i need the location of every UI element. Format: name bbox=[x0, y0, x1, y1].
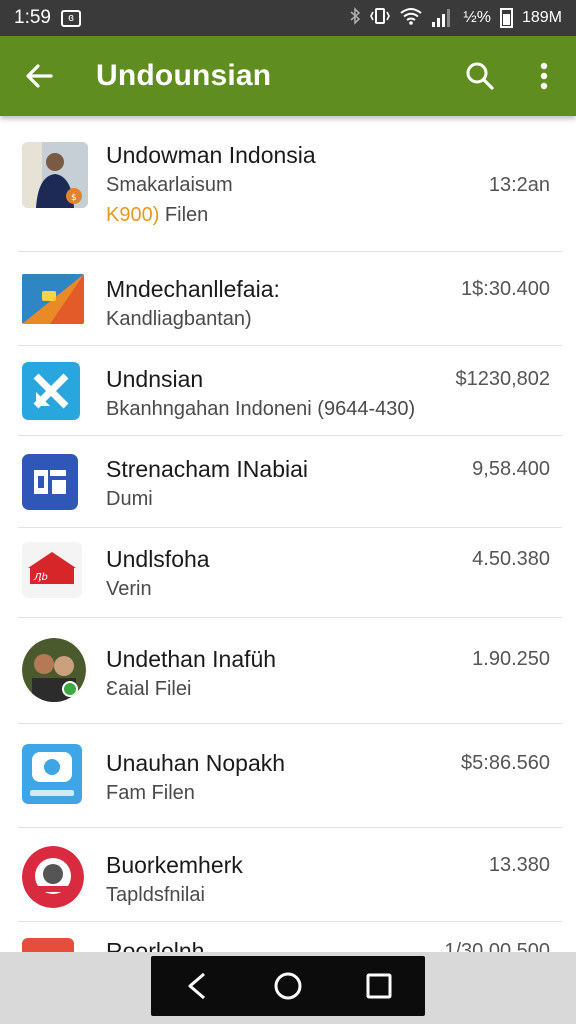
signal-icon bbox=[432, 9, 454, 27]
item-subtitle: Ɛaial Filei bbox=[106, 678, 192, 700]
list-item[interactable]: Roorlolnh 1/30 00 500 bbox=[18, 922, 562, 956]
arrow-left-icon bbox=[26, 64, 53, 88]
svg-text:Ӆb: Ӆb bbox=[33, 572, 48, 583]
x-app-icon bbox=[22, 362, 80, 420]
item-name: Buorkemherk bbox=[106, 852, 243, 878]
item-name: Unauhan Nopakh bbox=[106, 750, 286, 776]
list-item[interactable]: Mndechanllefaia: Kandliagbantan) 1$:30.4… bbox=[18, 252, 562, 346]
item-amount: 1$:30.400 bbox=[461, 278, 550, 300]
back-button[interactable] bbox=[0, 36, 78, 116]
item-subtitle: Tapldsfnilai bbox=[106, 884, 205, 906]
item-subtitle-2-text: Filen bbox=[159, 204, 209, 226]
item-subtitle: Smakarlaisum bbox=[106, 174, 233, 196]
list-item[interactable]: $ Undowman Indonsia Smakarlaisum K900) F… bbox=[18, 130, 562, 252]
item-amount: 13.380 bbox=[488, 854, 550, 876]
item-name: Undethan Inafüh bbox=[106, 646, 277, 672]
person-photo-icon: $ bbox=[22, 142, 88, 208]
red-circle-icon bbox=[22, 846, 84, 908]
item-subtitle: Dumi bbox=[106, 488, 153, 510]
status-time: 1:59 bbox=[14, 7, 51, 28]
home-circle-icon bbox=[274, 972, 302, 1000]
battery-icon bbox=[499, 8, 513, 28]
battery-percent: ½% bbox=[463, 9, 491, 26]
vibrate-icon bbox=[370, 7, 391, 30]
recents-square-icon bbox=[366, 973, 392, 999]
list-item[interactable]: Ӆb Undlsfoha Verin 4.50.380 bbox=[18, 528, 562, 618]
item-amount: 4.50.380 bbox=[472, 548, 550, 570]
item-name: Strenacham INabiai bbox=[106, 456, 308, 482]
item-name: Undnsian bbox=[106, 366, 204, 392]
more-options-button[interactable] bbox=[512, 36, 576, 116]
status-right: ½% 189M bbox=[349, 6, 562, 30]
list-item[interactable]: Undethan Inafüh Ɛaial Filei 1.90.250 bbox=[18, 618, 562, 724]
list-item[interactable]: Strenacham INabiai Dumi 9,58.400 bbox=[18, 436, 562, 528]
nav-back-button[interactable] bbox=[167, 956, 227, 1016]
more-vert-icon bbox=[540, 62, 548, 90]
nav-home-button[interactable] bbox=[258, 956, 318, 1016]
list-item[interactable]: Unauhan Nopakh Fam Filen $5:86.560 bbox=[18, 724, 562, 828]
search-button[interactable] bbox=[448, 36, 512, 116]
page-title: Undounsian bbox=[96, 59, 272, 92]
item-amount: 9,58.400 bbox=[472, 458, 550, 480]
back-triangle-icon bbox=[188, 972, 205, 1000]
wifi-icon bbox=[399, 7, 423, 30]
item-amount: $5:86.560 bbox=[461, 752, 550, 774]
item-name: Undowman Indonsia bbox=[106, 142, 316, 168]
blue-app-icon bbox=[22, 454, 78, 510]
bluetooth-icon bbox=[349, 6, 361, 30]
app-bar: Undounsian bbox=[0, 36, 576, 116]
item-subtitle: Fam Filen bbox=[106, 782, 195, 804]
item-list: $ Undowman Indonsia Smakarlaisum K900) F… bbox=[0, 116, 576, 956]
svg-text:$: $ bbox=[71, 193, 77, 203]
item-subtitle: Kandliagbantan) bbox=[106, 308, 252, 330]
item-subtitle: Bkanhngahan Indoneni (9644-430) bbox=[106, 398, 416, 420]
red-house-icon: Ӆb bbox=[22, 542, 82, 598]
navigation-bar bbox=[151, 956, 425, 1016]
notification-icon: ɞ bbox=[60, 9, 81, 27]
nav-recents-button[interactable] bbox=[349, 956, 409, 1016]
couple-photo-icon bbox=[22, 638, 86, 702]
item-name: Mndechanllefaia: bbox=[106, 276, 280, 302]
item-subtitle-2: K900) Filen bbox=[106, 204, 208, 227]
memory-text: 189M bbox=[521, 9, 562, 26]
flag-app-icon bbox=[22, 274, 84, 324]
item-amount: 1.90.250 bbox=[472, 648, 550, 670]
item-accent-text: K900) bbox=[106, 204, 160, 226]
status-bar: 1:59 ɞ ½% 189M bbox=[0, 0, 576, 36]
item-subtitle: Verin bbox=[106, 578, 152, 600]
list-item[interactable]: Undnsian Bkanhngahan Indoneni (9644-430)… bbox=[18, 346, 562, 436]
item-amount: 13:2an bbox=[488, 174, 550, 196]
list-item[interactable]: Buorkemherk Tapldsfnilai 13.380 bbox=[18, 828, 562, 922]
chat-app-icon bbox=[22, 744, 82, 804]
item-name: Undlsfoha bbox=[106, 546, 210, 572]
search-icon bbox=[466, 62, 494, 90]
item-amount: $1230,802 bbox=[455, 368, 550, 390]
